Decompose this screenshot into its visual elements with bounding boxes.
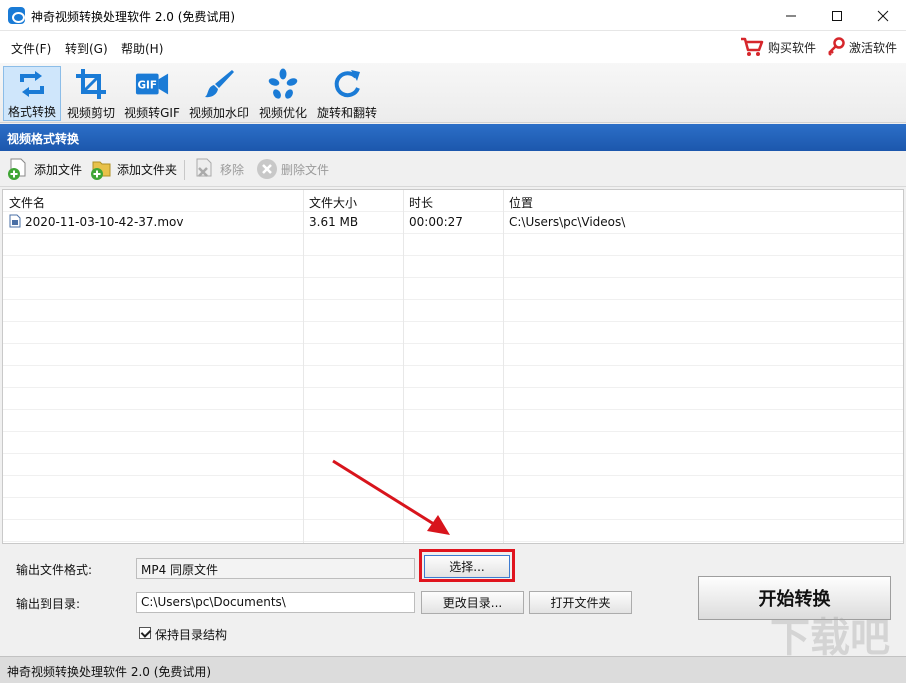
delete-icon bbox=[257, 159, 277, 179]
minimize-icon bbox=[786, 15, 796, 16]
toolbar-separator bbox=[184, 160, 185, 180]
watermark: 下载吧 bbox=[770, 615, 890, 661]
add-file-icon bbox=[8, 158, 26, 180]
add-folder-label: 添加文件夹 bbox=[117, 162, 178, 177]
menu-help[interactable]: 帮助(H) bbox=[121, 40, 163, 57]
buy-software-label: 购买软件 bbox=[768, 40, 817, 55]
change-dir-button[interactable]: 更改目录... bbox=[421, 591, 524, 614]
file-duration-cell: 00:00:27 bbox=[409, 215, 463, 229]
tool-video-optimize-label: 视频优化 bbox=[258, 106, 307, 120]
activate-software-button[interactable]: 激活软件 bbox=[826, 36, 897, 58]
activate-software-label: 激活软件 bbox=[849, 40, 898, 55]
menu-goto[interactable]: 转到(G) bbox=[65, 40, 108, 57]
add-folder-button[interactable]: 添加文件夹 bbox=[90, 158, 177, 180]
menu-bar: 文件(F) 转到(G) 帮助(H) 购买软件 激活软件 bbox=[0, 31, 906, 63]
add-folder-icon bbox=[91, 161, 111, 180]
cart-icon bbox=[741, 37, 764, 56]
tool-video-gif[interactable]: GIF 视频转GIF bbox=[121, 66, 183, 121]
delete-file-label: 删除文件 bbox=[281, 162, 330, 177]
output-format-label: 输出文件格式: bbox=[16, 563, 93, 577]
title-bar: 神奇视频转换处理软件 2.0 (免费试用) bbox=[0, 0, 906, 31]
window-title: 神奇视频转换处理软件 2.0 (免费试用) bbox=[31, 10, 236, 24]
file-size-cell: 3.61 MB bbox=[309, 215, 359, 229]
tool-format-convert-label: 格式转换 bbox=[7, 105, 56, 119]
tool-video-watermark-label: 视频加水印 bbox=[188, 106, 249, 120]
rotate-icon bbox=[334, 70, 360, 98]
output-dir-input[interactable]: C:\Users\pc\Documents\ bbox=[136, 592, 415, 613]
remove-icon bbox=[196, 158, 212, 177]
column-header-size[interactable]: 文件大小 bbox=[309, 194, 357, 211]
file-toolbar: 添加文件 添加文件夹 移除 删除文件 bbox=[0, 151, 906, 187]
video-file-icon bbox=[9, 214, 21, 228]
maximize-button[interactable] bbox=[814, 0, 860, 31]
tool-video-cut-label: 视频剪切 bbox=[66, 106, 115, 120]
file-list[interactable]: 文件名 文件大小 时长 位置 2020-11-03-10-42-37.mov 3… bbox=[2, 189, 904, 544]
buy-software-button[interactable]: 购买软件 bbox=[740, 36, 816, 58]
menu-file[interactable]: 文件(F) bbox=[11, 40, 51, 57]
tool-video-gif-label: 视频转GIF bbox=[124, 106, 180, 120]
column-header-duration[interactable]: 时长 bbox=[409, 194, 433, 211]
tool-video-watermark[interactable]: 视频加水印 bbox=[186, 66, 252, 121]
keep-structure-label: 保持目录结构 bbox=[155, 628, 228, 642]
column-header-name[interactable]: 文件名 bbox=[9, 194, 45, 211]
gif-icon: GIF bbox=[135, 73, 169, 95]
crop-icon bbox=[76, 69, 106, 99]
column-divider bbox=[403, 190, 404, 543]
output-dir-label: 输出到目录: bbox=[16, 597, 81, 611]
column-divider bbox=[303, 190, 304, 543]
tool-format-convert[interactable]: 格式转换 bbox=[3, 66, 61, 121]
tool-rotate-flip-label: 旋转和翻转 bbox=[316, 106, 377, 120]
file-location-cell: C:\Users\pc\Videos\ bbox=[509, 215, 626, 229]
remove-label: 移除 bbox=[220, 162, 245, 177]
key-icon bbox=[828, 37, 845, 56]
remove-button[interactable]: 移除 bbox=[193, 158, 244, 180]
output-format-field: MP4 同原文件 bbox=[136, 558, 415, 579]
keep-structure-checkbox[interactable] bbox=[139, 627, 151, 639]
svg-text:GIF: GIF bbox=[138, 80, 157, 92]
minimize-button[interactable] bbox=[768, 0, 814, 31]
tool-video-optimize[interactable]: 视频优化 bbox=[255, 66, 311, 121]
maximize-icon bbox=[832, 10, 842, 21]
close-button[interactable] bbox=[860, 0, 906, 31]
status-bar: 神奇视频转换处理软件 2.0 (免费试用) bbox=[0, 656, 906, 683]
app-logo-icon bbox=[8, 7, 25, 24]
section-title: 视频格式转换 bbox=[0, 124, 906, 151]
tool-video-cut[interactable]: 视频剪切 bbox=[63, 66, 119, 121]
delete-file-button[interactable]: 删除文件 bbox=[256, 158, 329, 180]
file-name-cell: 2020-11-03-10-42-37.mov bbox=[25, 215, 184, 229]
brush-icon bbox=[205, 70, 234, 98]
tool-rotate-flip[interactable]: 旋转和翻转 bbox=[314, 66, 380, 121]
convert-icon bbox=[20, 71, 44, 97]
column-divider bbox=[503, 190, 504, 543]
select-button-highlight bbox=[419, 549, 515, 582]
add-file-label: 添加文件 bbox=[34, 162, 83, 177]
optimize-icon bbox=[268, 68, 298, 99]
column-header-location[interactable]: 位置 bbox=[509, 194, 533, 211]
close-icon bbox=[877, 10, 889, 21]
add-file-button[interactable]: 添加文件 bbox=[7, 158, 82, 180]
main-toolbar: 格式转换 视频剪切 GIF 视频转GIF 视频加水印 视频优化 旋转和翻转 bbox=[0, 63, 906, 123]
open-folder-button[interactable]: 打开文件夹 bbox=[529, 591, 632, 614]
